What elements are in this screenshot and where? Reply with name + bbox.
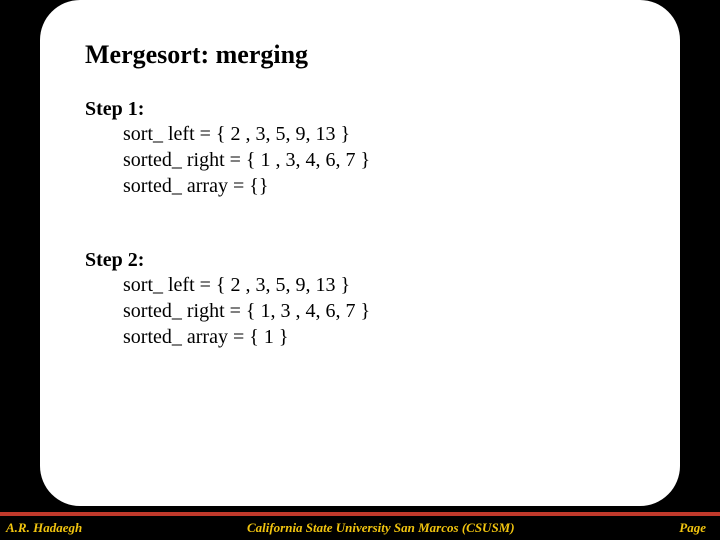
slide-card: Mergesort: merging Step 1: sort_ left = … [40,0,680,506]
step-1-line-1: sort_ left = { 2 , 3, 5, 9, 13 } [123,121,635,147]
step-2-line-2: sorted_ right = { 1, 3 , 4, 6, 7 } [123,298,635,324]
step-1-line-2: sorted_ right = { 1 , 3, 4, 6, 7 } [123,147,635,173]
slide-title: Mergesort: merging [85,40,635,70]
step-1-body: sort_ left = { 2 , 3, 5, 9, 13 } sorted_… [85,121,635,199]
footer-page-label: Page [679,520,706,536]
step-2-line-1: sort_ left = { 2 , 3, 5, 9, 13 } [123,272,635,298]
footer-author: A.R. Hadaegh [6,520,82,536]
step-1-head: Step 1: [85,98,635,121]
step-2-body: sort_ left = { 2 , 3, 5, 9, 13 } sorted_… [85,272,635,350]
step-1: Step 1: sort_ left = { 2 , 3, 5, 9, 13 }… [85,98,635,199]
footer-institution: California State University San Marcos (… [82,520,679,536]
step-1-line-3: sorted_ array = {} [123,173,635,199]
step-2-line-3: sorted_ array = { 1 } [123,324,635,350]
slide-footer: A.R. Hadaegh California State University… [0,512,720,540]
step-2-head: Step 2: [85,249,635,272]
step-2: Step 2: sort_ left = { 2 , 3, 5, 9, 13 }… [85,249,635,350]
